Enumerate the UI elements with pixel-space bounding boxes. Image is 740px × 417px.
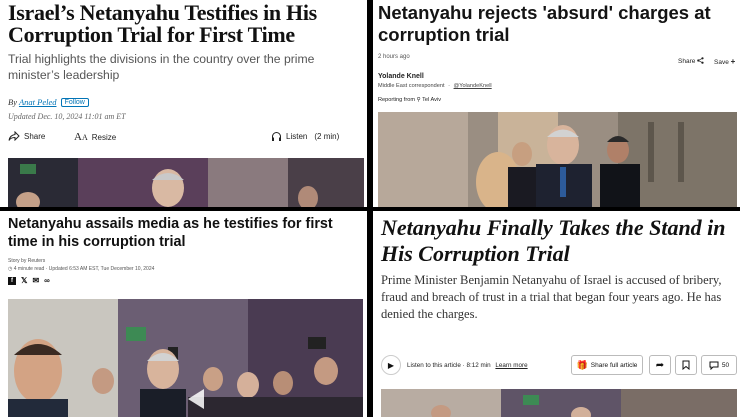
nyt-article-toolbar: ▶ Listen to this article · 8:12 min Lear… xyxy=(381,352,739,378)
share-icon xyxy=(697,57,704,64)
wsj-share-button[interactable]: Share xyxy=(8,131,45,141)
nyt-listen-info: Listen to this article · 8:12 min Learn … xyxy=(407,362,528,369)
location-pin-icon: ⚲ xyxy=(416,97,421,103)
comment-icon xyxy=(709,361,719,370)
nyt-play-button[interactable]: ▶ xyxy=(381,355,401,375)
nyt-article-panel: Netanyahu Finally Takes the Stand in His… xyxy=(373,211,740,417)
reuters-article-panel: Netanyahu assails media as he testifies … xyxy=(0,211,367,417)
wsj-byline: By Anat Peled Follow xyxy=(8,97,89,107)
nyt-comments-count: 50 xyxy=(721,361,730,369)
wsj-lead-photo xyxy=(8,158,364,207)
nyt-summary: Prime Minister Benjamin Netanyahu of Isr… xyxy=(381,273,722,321)
bbc-save-label: Save xyxy=(714,59,729,66)
bbc-author: Yolande Knell xyxy=(378,73,424,80)
text-resize-icon: AA xyxy=(74,131,88,143)
bbc-share-button[interactable]: Share xyxy=(678,57,704,65)
gift-icon: 🎁 xyxy=(576,359,588,370)
wsj-resize-label: Resize xyxy=(91,132,117,142)
reuters-meta-text: 4 minute read · Updated 6:53 AM EST, Tue… xyxy=(13,266,155,272)
clock-icon: ◷ xyxy=(8,266,13,272)
bbc-location: Tel Aviv xyxy=(422,97,441,103)
nyt-share-button[interactable]: ➦ xyxy=(649,355,671,375)
nyt-headline: Netanyahu Finally Takes the Stand in His… xyxy=(381,215,726,266)
wsj-by-prefix: By xyxy=(8,97,17,107)
wsj-subhead: Trial highlights the divisions in the co… xyxy=(8,52,315,82)
wsj-resize-button[interactable]: AA Resize xyxy=(74,131,116,143)
reuters-lead-photo xyxy=(8,299,363,417)
share-arrow-icon: ➦ xyxy=(655,359,665,371)
nyt-comments-button[interactable]: 50 xyxy=(701,355,737,375)
bbc-save-button[interactable]: Save + xyxy=(714,57,735,66)
wsj-listen-label: Listen xyxy=(286,132,308,141)
nyt-share-full-article-button[interactable]: 🎁 Share full article xyxy=(571,355,643,375)
bbc-timestamp: 2 hours ago xyxy=(378,54,410,60)
play-icon: ▶ xyxy=(387,360,395,370)
nyt-learn-more-link[interactable]: Learn more xyxy=(495,362,527,369)
wsj-follow-button[interactable]: Follow xyxy=(60,98,89,107)
facebook-icon[interactable]: f xyxy=(8,277,16,285)
wsj-article-panel: Israel’s Netanyahu Testifies in His Corr… xyxy=(0,0,367,207)
wsj-headline: Israel’s Netanyahu Testifies in His Corr… xyxy=(8,0,317,47)
plus-icon: + xyxy=(730,57,736,66)
wsj-updated-timestamp: Updated Dec. 10, 2024 11:01 am ET xyxy=(8,112,126,121)
wsj-share-label: Share xyxy=(24,131,46,141)
bbc-reporting-location: Reporting from ⚲ Tel Aviv xyxy=(378,97,441,103)
bbc-headline: Netanyahu rejects 'absurd' charges at co… xyxy=(378,2,711,45)
wsj-listen-duration: (2 min) xyxy=(314,132,340,141)
email-icon[interactable]: ✉ xyxy=(32,277,39,285)
wsj-author-link[interactable]: Anat Peled xyxy=(19,97,57,107)
bookmark-icon xyxy=(682,360,690,370)
bbc-lead-photo xyxy=(378,112,737,207)
link-icon[interactable]: ∞ xyxy=(44,277,50,285)
x-icon[interactable]: 𝕏 xyxy=(21,277,27,285)
bbc-article-panel: Netanyahu rejects 'absurd' charges at co… xyxy=(373,0,740,207)
bbc-share-label: Share xyxy=(678,58,696,65)
bbc-author-role: Middle East correspondent · @YolandeKnel… xyxy=(378,83,492,89)
nyt-bookmark-button[interactable] xyxy=(675,355,697,375)
bbc-author-handle-link[interactable]: @YolandeKnell xyxy=(454,83,492,89)
nyt-share-full-label: Share full article xyxy=(590,361,638,369)
bbc-handle-separator: · xyxy=(448,83,450,89)
bbc-role-text: Middle East correspondent xyxy=(378,83,445,89)
reuters-source: Story by Reuters xyxy=(8,258,46,264)
reuters-headline: Netanyahu assails media as he testifies … xyxy=(8,216,333,250)
headphones-icon xyxy=(272,132,281,141)
wsj-listen-button[interactable]: Listen (2 min) xyxy=(271,131,339,142)
nyt-lead-photo xyxy=(381,389,737,417)
bbc-reporting-prefix: Reporting from xyxy=(378,97,415,103)
nyt-listen-text: Listen to this article · 8:12 min xyxy=(407,361,491,369)
share-icon xyxy=(8,131,20,141)
social-share-row: f 𝕏 ✉ ∞ xyxy=(8,277,50,285)
reuters-meta: ◷ 4 minute read · Updated 6:53 AM EST, T… xyxy=(8,266,154,272)
